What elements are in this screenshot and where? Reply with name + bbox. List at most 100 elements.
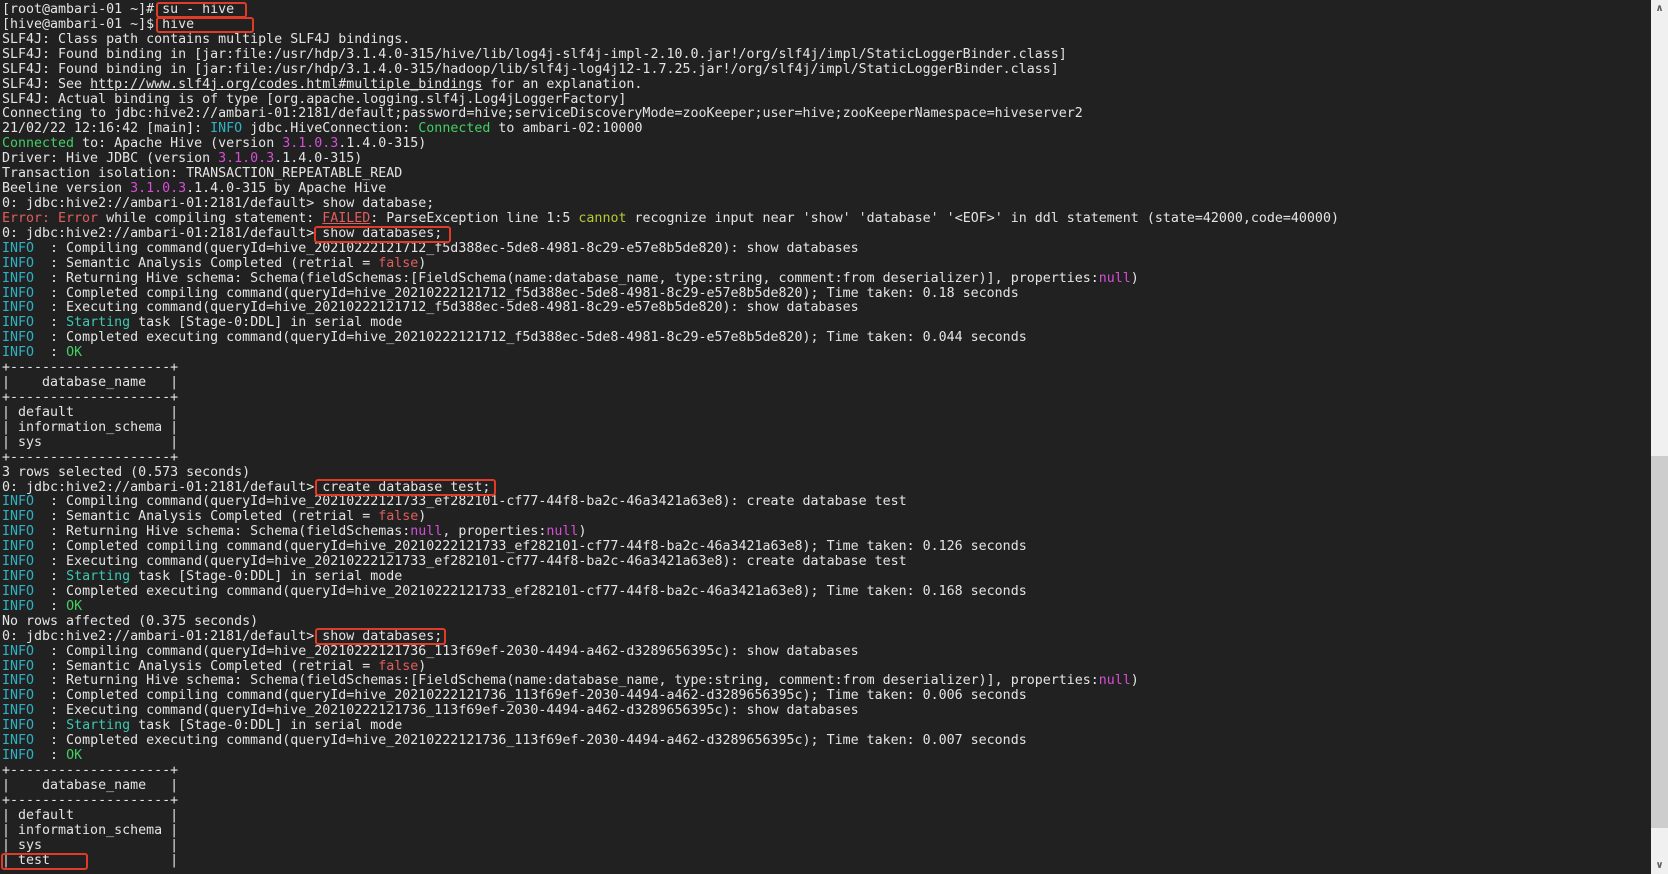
terminal-text: INFO (2, 345, 35, 361)
terminal-line: INFO : Completed executing command(query… (2, 583, 1651, 600)
terminal-text: null (410, 524, 443, 540)
terminal-text: Starting (66, 315, 131, 331)
terminal-text: | database_name | (2, 777, 179, 793)
terminal-text: INFO (2, 285, 35, 301)
terminal-line: [root@ambari-01 ~]# su - hive (2, 2, 1651, 18)
scrollbar-thumb[interactable] (1651, 456, 1668, 828)
terminal-text: ) (1130, 673, 1139, 689)
terminal-text: : (34, 345, 67, 361)
terminal-text: INFO (2, 240, 35, 256)
terminal-line: INFO : Returning Hive schema: Schema(fie… (2, 524, 1651, 540)
terminal-text: : Executing command(queryId=hive_2021022… (34, 703, 859, 719)
terminal-line: 0: jdbc:hive2://ambari-01:2181/default> … (2, 480, 1651, 496)
terminal-text: for an explanation. (482, 76, 643, 92)
terminal-line: SLF4J: Actual binding is of type [org.ap… (2, 91, 1651, 108)
terminal-text: : Semantic Analysis Completed (retrial = (34, 255, 379, 271)
terminal-text: INFO (2, 315, 35, 331)
terminal-line: | sys | (2, 837, 1651, 854)
terminal-text: Driver: Hive JDBC (version (2, 151, 219, 167)
terminal-line: INFO : Starting task [Stage-0:DDL] in se… (2, 569, 1651, 585)
terminal-line: 0: jdbc:hive2://ambari-01:2181/default> … (2, 225, 1651, 242)
terminal-text: Beeline version (2, 181, 131, 197)
terminal-text: INFO (2, 658, 35, 674)
terminal-line: | test | (2, 853, 1651, 869)
terminal-text: Connecting to jdbc:hive2://ambari-01:218… (2, 106, 1083, 122)
terminal-text: +--------------------+ (2, 792, 179, 808)
terminal-line: INFO : Compiling command(queryId=hive_20… (2, 494, 1651, 510)
terminal-line: INFO : Starting task [Stage-0:DDL] in se… (2, 315, 1651, 331)
terminal-line: | default | (2, 808, 1651, 824)
scroll-down-button[interactable]: ∨ (1651, 857, 1668, 874)
terminal-text: INFO (2, 598, 35, 614)
terminal-text: , properties: (442, 524, 547, 540)
terminal-text: .1.4.0-315 by Apache Hive (186, 181, 387, 197)
terminal-line: | default | (2, 404, 1651, 421)
terminal-text: INFO (2, 255, 35, 271)
terminal-text: INFO (2, 748, 35, 764)
terminal-text: Starting (66, 569, 131, 585)
terminal-line: INFO : Completed compiling command(query… (2, 285, 1651, 302)
terminal-text: INFO (2, 733, 35, 749)
terminal-text: | information_schema | (2, 822, 179, 838)
terminal-line: INFO : Completed executing command(query… (2, 733, 1651, 749)
terminal-text: 0: jdbc:hive2://ambari-01:2181/default> … (2, 628, 443, 644)
terminal-line: INFO : Compiling command(queryId=hive_20… (2, 240, 1651, 257)
terminal-text: : Compiling command(queryId=hive_2021022… (34, 240, 859, 256)
terminal-text: INFO (2, 673, 35, 689)
terminal-line: INFO : Executing command(queryId=hive_20… (2, 300, 1651, 316)
terminal-text: 3.1.0.3 (282, 136, 339, 152)
terminal-line: INFO : Starting task [Stage-0:DDL] in se… (2, 718, 1651, 734)
terminal-line: SLF4J: Found binding in [jar:file:/usr/h… (2, 47, 1651, 63)
terminal-line: INFO : Executing command(queryId=hive_20… (2, 554, 1651, 570)
terminal-text: 0: jdbc:hive2://ambari-01:2181/default> … (2, 225, 443, 241)
terminal-text: INFO (2, 569, 35, 585)
terminal-text: No rows affected (0.375 seconds) (2, 613, 259, 629)
terminal-text: : (34, 598, 67, 614)
terminal-text: | default | (2, 404, 179, 420)
terminal-text: SLF4J: Actual binding is of type [org.ap… (2, 91, 627, 107)
terminal-line: Beeline version 3.1.0.3.1.4.0-315 by Apa… (2, 181, 1651, 197)
terminal-text: SLF4J: Found binding in [jar:file:/usr/h… (2, 61, 1059, 77)
terminal-text: jdbc.HiveConnection: (242, 121, 419, 137)
terminal-line: +--------------------+ (2, 360, 1651, 376)
scrollbar-track[interactable]: ∧ ∨ (1651, 0, 1668, 874)
terminal-text: : Compiling command(queryId=hive_2021022… (34, 643, 859, 659)
terminal-text: : Executing command(queryId=hive_2021022… (34, 554, 907, 570)
terminal-text: OK (66, 748, 83, 764)
terminal-line: INFO : OK (2, 748, 1651, 764)
terminal-line: 0: jdbc:hive2://ambari-01:2181/default> … (2, 628, 1651, 645)
terminal-line: SLF4J: Class path contains multiple SLF4… (2, 32, 1651, 48)
terminal-text: Starting (66, 718, 131, 734)
terminal-text: INFO (2, 330, 35, 346)
terminal-text: INFO (2, 509, 35, 525)
terminal-text: 21/02/22 12:16:42 [main]: (2, 121, 211, 137)
terminal-line: SLF4J: See http://www.slf4j.org/codes.ht… (2, 76, 1651, 93)
terminal-text: OK (66, 345, 83, 361)
terminal-text: .1.4.0-315) (338, 136, 427, 152)
scroll-up-button[interactable]: ∧ (1651, 0, 1668, 17)
terminal-text: false (378, 658, 419, 674)
terminal-line: INFO : Completed compiling command(query… (2, 688, 1651, 704)
terminal-text: | sys | (2, 837, 179, 853)
terminal-text: ) (418, 658, 427, 674)
terminal-text: null (1098, 270, 1131, 286)
terminal-text: 3.1.0.3 (218, 151, 275, 167)
terminal-text: : Completed executing command(queryId=hi… (34, 583, 1027, 599)
terminal-text: : Executing command(queryId=hive_2021022… (34, 300, 859, 316)
terminal-text: INFO (210, 121, 243, 137)
terminal-text: : Completed executing command(queryId=hi… (34, 733, 1027, 749)
terminal-text: task [Stage-0:DDL] in serial mode (130, 569, 403, 585)
terminal-line: 3 rows selected (0.573 seconds) (2, 465, 1651, 481)
terminal-text: null (546, 524, 579, 540)
terminal-text: while compiling statement: (98, 210, 323, 226)
terminal-text: INFO (2, 643, 35, 659)
terminal-text: : (34, 748, 67, 764)
terminal-text: : ParseException line 1:5 (370, 210, 579, 226)
terminal-text: : (34, 315, 67, 331)
terminal-text: SLF4J: See (2, 76, 91, 92)
terminal-line: Connecting to jdbc:hive2://ambari-01:218… (2, 106, 1651, 122)
terminal-text: ) (1130, 270, 1139, 286)
terminal-text: to ambari-02:10000 (490, 121, 643, 137)
terminal-line: +--------------------+ (2, 390, 1651, 406)
terminal-text: : Completed compiling command(queryId=hi… (34, 285, 1019, 301)
